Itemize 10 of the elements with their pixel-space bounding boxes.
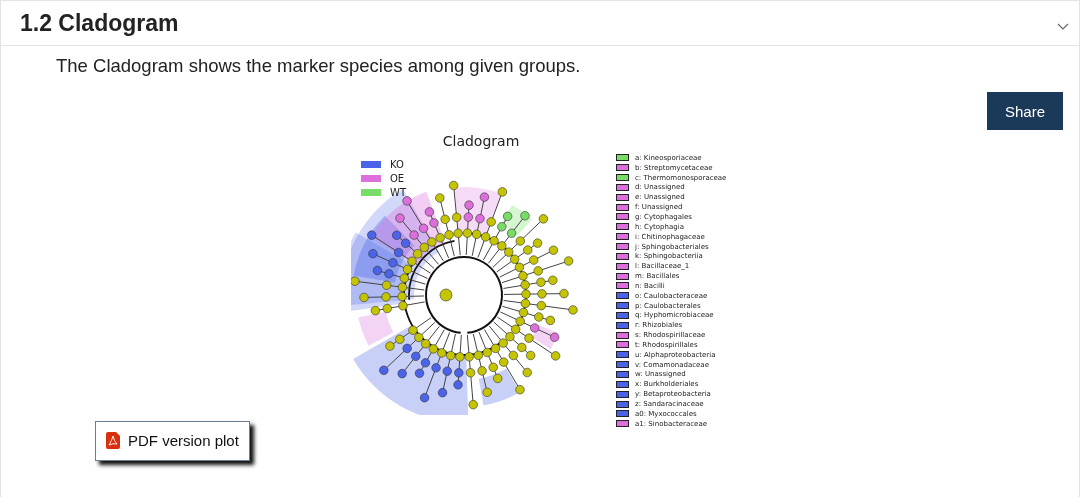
pdf-button[interactable]: PDF version plot	[95, 420, 250, 461]
legend-label: KO	[390, 159, 404, 170]
chart-title: Cladogram	[441, 133, 521, 151]
legend-label: WT	[390, 187, 406, 198]
share-button[interactable]: Share	[987, 92, 1063, 130]
pdf-icon	[106, 432, 120, 450]
section-title: 1.2 Cladogram	[20, 9, 179, 37]
legend-label: OE	[390, 173, 405, 184]
chevron-icon[interactable]	[1057, 23, 1069, 31]
description-text: The Cladogram shows the marker species among given groups.	[56, 55, 582, 77]
